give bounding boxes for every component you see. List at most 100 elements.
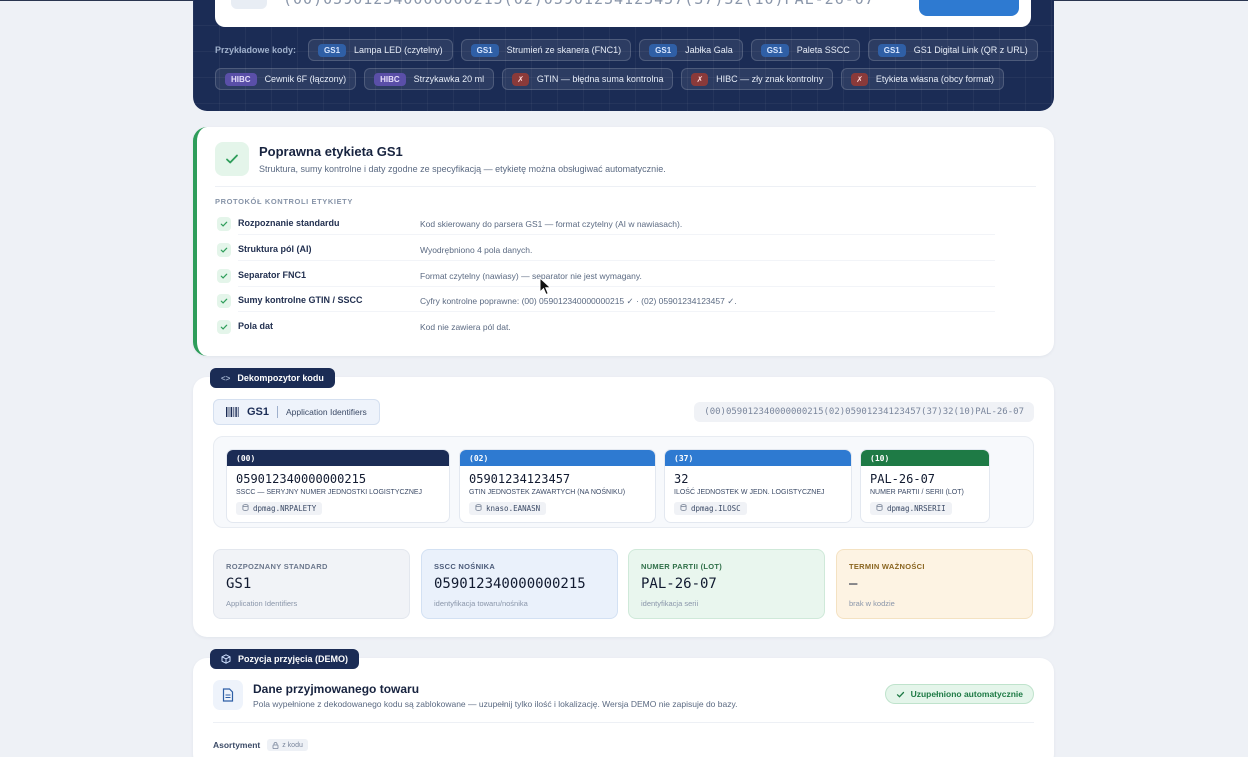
db-field-badge: dpmag.NRSERII: [870, 502, 952, 515]
check-row: Rozpoznanie standardu Kod skierowany do p…: [215, 216, 1035, 236]
ai-description: GTIN jednostek zawartych (na nośniku): [469, 489, 626, 496]
ai-field-card: (10) PAL-26-07 Numer partii / serii (lot) d…: [860, 449, 990, 523]
example-chip[interactable]: GS1 Strumień ze skanera (FNC1): [460, 39, 632, 61]
lock-icon: [272, 741, 279, 749]
check-icon: [217, 294, 231, 308]
example-chip[interactable]: GS1 GS1 Digital Link (QR z URL): [867, 39, 1038, 61]
summary-sub: identyfikacja serii: [641, 599, 699, 608]
ai-code: (00): [227, 450, 449, 466]
chip-tag: GS1: [760, 43, 789, 57]
summary-value: GS1: [226, 576, 252, 592]
from-code-label: z kodu: [282, 741, 303, 749]
chip-tag: ✗: [851, 72, 868, 86]
ai-code: (37): [665, 450, 851, 466]
barcode-icon: [226, 407, 239, 417]
example-chip[interactable]: ✗ GTIN — błędna suma kontrolna: [502, 68, 674, 90]
example-chip[interactable]: GS1 Paleta SSCC: [750, 39, 860, 61]
receipt-pill: Pozycja przyjęcia (DEMO): [210, 649, 360, 669]
from-code-badge: z kodu: [267, 739, 308, 751]
example-chip[interactable]: GS1 Lampa LED (czytelny): [308, 39, 453, 61]
check-row: Struktura pól (AI) Wyodrębniono 4 pola da…: [215, 242, 1035, 262]
standard-badge: GS1 Application Identifiers: [213, 399, 380, 425]
validation-card: Poprawna etykieta GS1 Struktura, sumy ko…: [193, 127, 1054, 356]
row-divider: [238, 286, 995, 287]
check-circle-icon: [215, 142, 249, 176]
ai-code: (02): [460, 450, 655, 466]
check-name: Separator FNC1: [238, 270, 307, 280]
validation-title: Poprawna etykieta GS1: [259, 144, 403, 159]
ai-field-card: (00) 059012340000000215 SSCC — seryjny num…: [226, 449, 450, 523]
receipt-card: Dane przyjmowanego towaru Pola wypełnion…: [193, 658, 1054, 757]
divider: [215, 186, 1036, 187]
code-input-panel[interactable]: (00)059012340000000215(02)05901234123457…: [215, 0, 1031, 27]
example-chip[interactable]: HIBC Cewnik 6F (łączony): [215, 68, 357, 90]
chip-tag: GS1: [318, 43, 347, 57]
validation-subtitle: Struktura, sumy kontrolne i daty zgodne …: [259, 164, 666, 174]
chip-label: Jabłka Gala: [685, 45, 733, 55]
chip-tag: GS1: [877, 43, 906, 57]
check-row: Pola dat Kod nie zawiera pól dat.: [215, 319, 1035, 339]
autofilled-badge: Uzupełniono automatycznie: [884, 684, 1034, 704]
ai-field-card: (02) 05901234123457 GTIN jednostek zawarty…: [459, 449, 656, 523]
chip-label: Lampa LED (czytelny): [354, 45, 443, 55]
check-icon: [217, 243, 231, 257]
receipt-title: Dane przyjmowanego towaru: [253, 682, 420, 696]
example-chip[interactable]: GS1 Jabłka Gala: [639, 39, 743, 61]
summary-value: PAL-26-07: [641, 576, 717, 592]
db-field-badge: dpmag.NRPALETY: [236, 502, 323, 515]
database-icon: [242, 504, 249, 513]
summary-sub: Application Identifiers: [226, 599, 298, 608]
ai-value: 05901234123457: [469, 472, 571, 486]
summary-label: SSCC NOŚNIKA: [434, 562, 496, 571]
check-name: Pola dat: [238, 321, 274, 331]
example-chip[interactable]: ✗ HIBC — zły znak kontrolny: [681, 68, 834, 90]
separator: [277, 406, 279, 418]
check-name: Sumy kontrolne GTIN / SSCC: [238, 295, 363, 305]
receipt-pill-label: Pozycja przyjęcia (DEMO): [238, 654, 349, 664]
check-description: Format czytelny (nawiasy) — separator ni…: [420, 271, 642, 281]
raw-code: (00)059012340000000215(02)05901234123457…: [694, 402, 1034, 422]
chip-tag: GS1: [470, 43, 499, 57]
summary-label: TERMIN WAŻNOŚCI: [849, 562, 925, 571]
summary-tile: TERMIN WAŻNOŚCI — brak w kodzie: [836, 549, 1033, 619]
database-icon: [475, 504, 482, 513]
examples-label: Przykładowe kody:: [215, 45, 297, 55]
chip-label: Paleta SSCC: [796, 45, 850, 55]
ai-description: Ilość jednostek w jedn. logistycznej: [674, 489, 825, 496]
decomposer-pill: <> Dekompozytor kodu: [210, 368, 335, 388]
row-divider: [238, 311, 995, 312]
check-icon: [217, 320, 231, 334]
ai-description: SSCC — seryjny numer jednostki logistycz…: [236, 489, 423, 496]
ai-code: (10): [861, 450, 989, 466]
check-icon: [896, 691, 904, 698]
summary-value: —: [849, 576, 858, 592]
check-icon: [217, 269, 231, 283]
db-field-name: knaso.EANASN: [486, 504, 541, 513]
autofilled-label: Uzupełniono automatycznie: [910, 689, 1023, 699]
mouse-cursor-icon: [539, 277, 552, 296]
code-input[interactable]: (00)059012340000000215(02)05901234123457…: [283, 0, 875, 8]
summary-tile: ROZPOZNANY STANDARD GS1 Application Identi…: [213, 549, 410, 619]
example-chip[interactable]: HIBC Strzykawka 20 ml: [364, 68, 495, 90]
chip-label: HIBC — zły znak kontrolny: [716, 74, 824, 84]
chip-tag: ✗: [512, 72, 529, 86]
check-row: Sumy kontrolne GTIN / SSCC Cyfry kontroln…: [215, 293, 1035, 313]
ai-description: Numer partii / serii (lot): [870, 489, 964, 496]
ai-value: 32: [674, 472, 689, 486]
divider: [213, 722, 1034, 723]
chip-label: Etykieta własna (obcy format): [875, 74, 994, 84]
row-divider: [238, 260, 995, 261]
ai-value: PAL-26-07: [870, 472, 936, 486]
db-field-name: dpmag.ILOSC: [691, 504, 741, 513]
ai-value: 059012340000000215: [236, 472, 367, 486]
database-icon: [680, 504, 687, 513]
summary-sub: identyfikacja towaru/nośnika: [434, 599, 528, 608]
decode-button[interactable]: [919, 0, 1019, 16]
summary-label: ROZPOZNANY STANDARD: [226, 562, 328, 571]
example-chip[interactable]: ✗ Etykieta własna (obcy format): [841, 68, 1004, 90]
package-icon: [221, 654, 231, 664]
db-field-name: dpmag.NRPALETY: [253, 504, 317, 513]
assortment-field: Asortyment z kodu: [213, 739, 308, 751]
chip-label: GS1 Digital Link (QR z URL): [913, 45, 1028, 55]
assortment-label: Asortyment: [213, 740, 261, 750]
